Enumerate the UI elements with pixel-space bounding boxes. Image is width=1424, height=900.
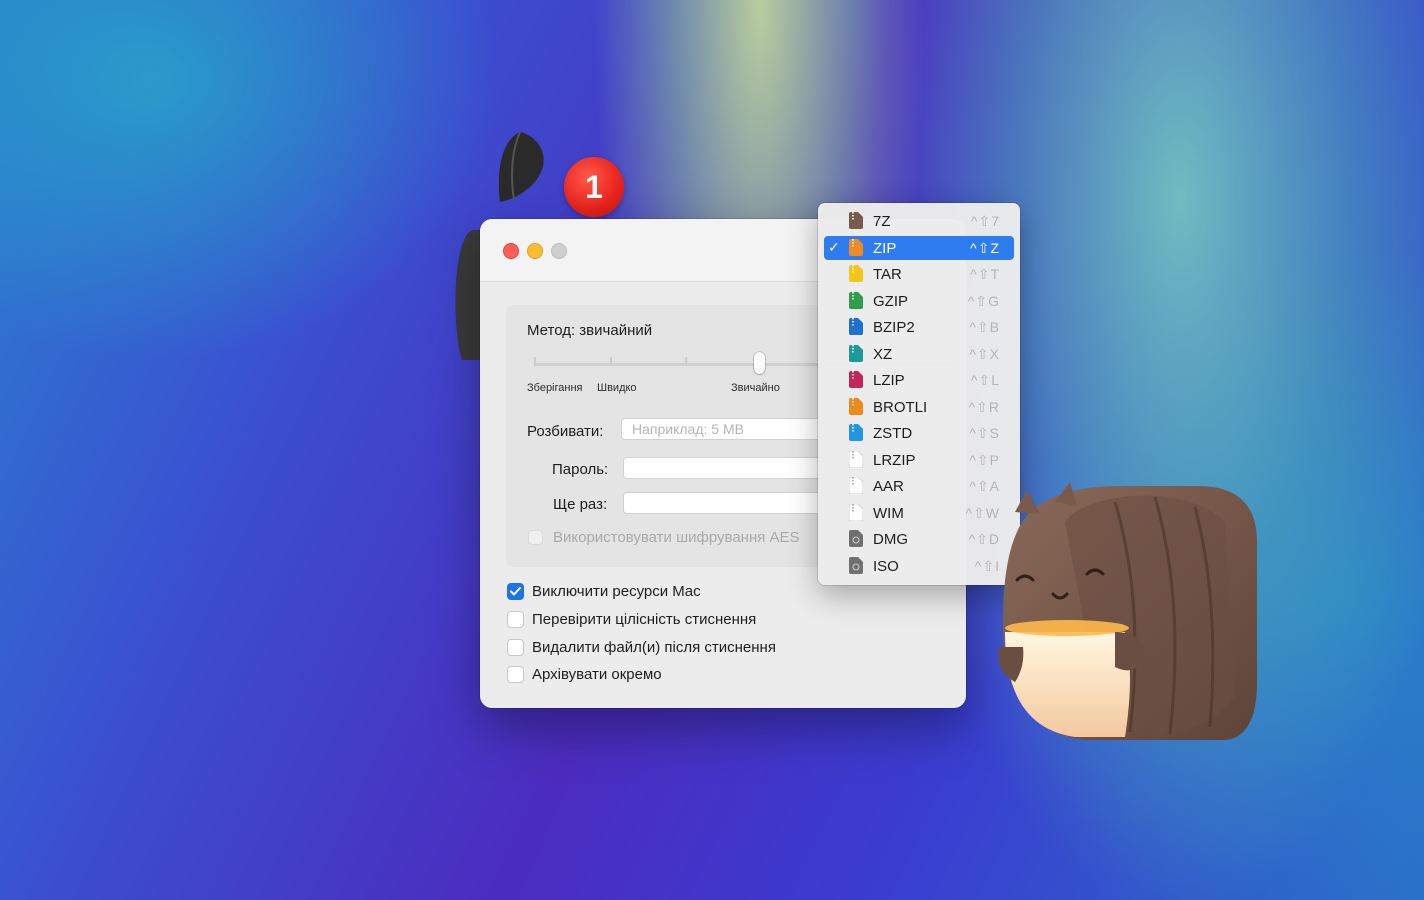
menu-item-label: DMG	[873, 531, 908, 548]
menu-item-dmg[interactable]: DMG ^⇧D	[824, 527, 1014, 551]
split-size-input[interactable]	[621, 418, 841, 440]
menu-item-xz[interactable]: XZ ^⇧X	[824, 342, 1014, 366]
menu-item-label: ZSTD	[873, 425, 913, 442]
menu-item-shortcut: ^⇧P	[969, 452, 1000, 468]
menu-item-zip[interactable]: ✓ ZIP ^⇧Z	[824, 236, 1014, 260]
menu-item-label: GZIP	[873, 293, 909, 310]
file-7z-icon	[849, 212, 863, 229]
menu-item-wim[interactable]: WIM ^⇧W	[824, 501, 1014, 525]
option-label: Архівувати окремо	[532, 666, 662, 683]
menu-item-label: WIM	[873, 505, 904, 522]
menu-item-lrzip[interactable]: LRZIP ^⇧P	[824, 448, 1014, 472]
menu-item-shortcut: ^⇧7	[970, 213, 1000, 229]
menu-item-brotli[interactable]: BROTLI ^⇧R	[824, 395, 1014, 419]
slider-tick	[610, 357, 612, 366]
repeat-password-input[interactable]	[623, 492, 841, 514]
file-zip-icon	[849, 239, 863, 256]
option-exclude-mac-resources[interactable]: Виключити ресурси Mac	[507, 583, 701, 600]
file-aar-icon	[849, 477, 863, 494]
file-tar-icon	[849, 265, 863, 282]
menu-item-7z[interactable]: 7Z ^⇧7	[824, 209, 1014, 233]
file-zstd-icon	[849, 424, 863, 441]
selected-checkmark-icon: ✓	[828, 239, 840, 255]
menu-item-shortcut: ^⇧Z	[970, 240, 1000, 256]
menu-item-label: ISO	[873, 558, 899, 575]
menu-item-label: ZIP	[873, 240, 897, 257]
menu-item-iso[interactable]: ISO ^⇧I	[824, 554, 1014, 578]
close-window-button[interactable]	[503, 243, 519, 259]
menu-item-shortcut: ^⇧B	[969, 319, 1000, 335]
zoom-window-button[interactable]	[551, 243, 567, 259]
menu-item-shortcut: ^⇧S	[969, 425, 1000, 441]
password-input[interactable]	[623, 457, 841, 479]
menu-item-label: TAR	[873, 266, 902, 283]
file-gzip-icon	[849, 292, 863, 309]
menu-item-lzip[interactable]: LZIP ^⇧L	[824, 368, 1014, 392]
split-label: Розбивати:	[527, 423, 604, 440]
file-brotli-icon	[849, 398, 863, 415]
exclude-mac-resources-checkbox[interactable]	[507, 583, 524, 600]
slider-tick	[534, 357, 536, 366]
menu-item-label: BZIP2	[873, 319, 915, 336]
mascot-app-icon	[998, 482, 1257, 740]
option-label: Видалити файл(и) після стиснення	[532, 639, 776, 656]
menu-item-label: 7Z	[873, 213, 891, 230]
option-verify-integrity[interactable]: Перевірити цілісність стиснення	[507, 611, 756, 628]
menu-item-aar[interactable]: AAR ^⇧A	[824, 474, 1014, 498]
menu-item-shortcut: ^⇧X	[969, 346, 1000, 362]
method-label: Метод: звичайний	[527, 322, 653, 339]
menu-item-shortcut: ^⇧R	[968, 399, 1000, 415]
option-label: Виключити ресурси Mac	[532, 583, 701, 600]
minimize-window-button[interactable]	[527, 243, 543, 259]
aes-encryption-checkbox[interactable]	[528, 530, 543, 545]
menu-item-bzip2[interactable]: BZIP2 ^⇧B	[824, 315, 1014, 339]
repeat-password-label: Ще раз:	[553, 496, 608, 513]
file-lzip-icon	[849, 371, 863, 388]
menu-item-zstd[interactable]: ZSTD ^⇧S	[824, 421, 1014, 445]
archive-format-menu: 7Z ^⇧7 ✓ ZIP ^⇧Z TAR ^⇧T GZIP ^⇧G BZIP2 …	[818, 203, 1020, 585]
checkmark-icon	[510, 587, 521, 596]
file-wim-icon	[849, 504, 863, 521]
verify-integrity-checkbox[interactable]	[507, 611, 524, 628]
archive-separately-checkbox[interactable]	[507, 666, 524, 683]
aes-encryption-row[interactable]: Використовувати шифрування AES	[528, 529, 800, 546]
slider-tick-label-normal: Звичайно	[731, 382, 780, 394]
menu-item-label: BROTLI	[873, 399, 928, 416]
menu-item-gzip[interactable]: GZIP ^⇧G	[824, 289, 1014, 313]
aes-encryption-label: Використовувати шифрування AES	[553, 529, 800, 546]
password-label: Пароль:	[552, 461, 609, 478]
file-dmg-icon	[849, 530, 863, 547]
menu-item-shortcut: ^⇧T	[970, 266, 1000, 282]
menu-item-label: XZ	[873, 346, 893, 363]
menu-item-shortcut: ^⇧L	[970, 372, 1000, 388]
file-iso-icon	[849, 557, 863, 574]
file-bzip2-icon	[849, 318, 863, 335]
option-archive-separately[interactable]: Архівувати окремо	[507, 666, 662, 683]
slider-tick-label-store: Зберігання	[527, 382, 583, 394]
file-xz-icon	[849, 345, 863, 362]
delete-after-compress-checkbox[interactable]	[507, 639, 524, 656]
compression-level-slider-knob[interactable]	[754, 352, 765, 374]
slider-tick	[685, 357, 687, 366]
notification-badge: 1	[564, 157, 624, 217]
menu-item-shortcut: ^⇧G	[967, 293, 1000, 309]
option-delete-after-compress[interactable]: Видалити файл(и) після стиснення	[507, 639, 776, 656]
file-lrzip-icon	[849, 451, 863, 468]
option-label: Перевірити цілісність стиснення	[532, 611, 757, 628]
menu-item-label: AAR	[873, 478, 904, 495]
menu-item-label: LRZIP	[873, 452, 916, 469]
menu-item-tar[interactable]: TAR ^⇧T	[824, 262, 1014, 286]
menu-item-label: LZIP	[873, 372, 905, 389]
slider-tick-label-fast: Швидко	[597, 382, 637, 394]
